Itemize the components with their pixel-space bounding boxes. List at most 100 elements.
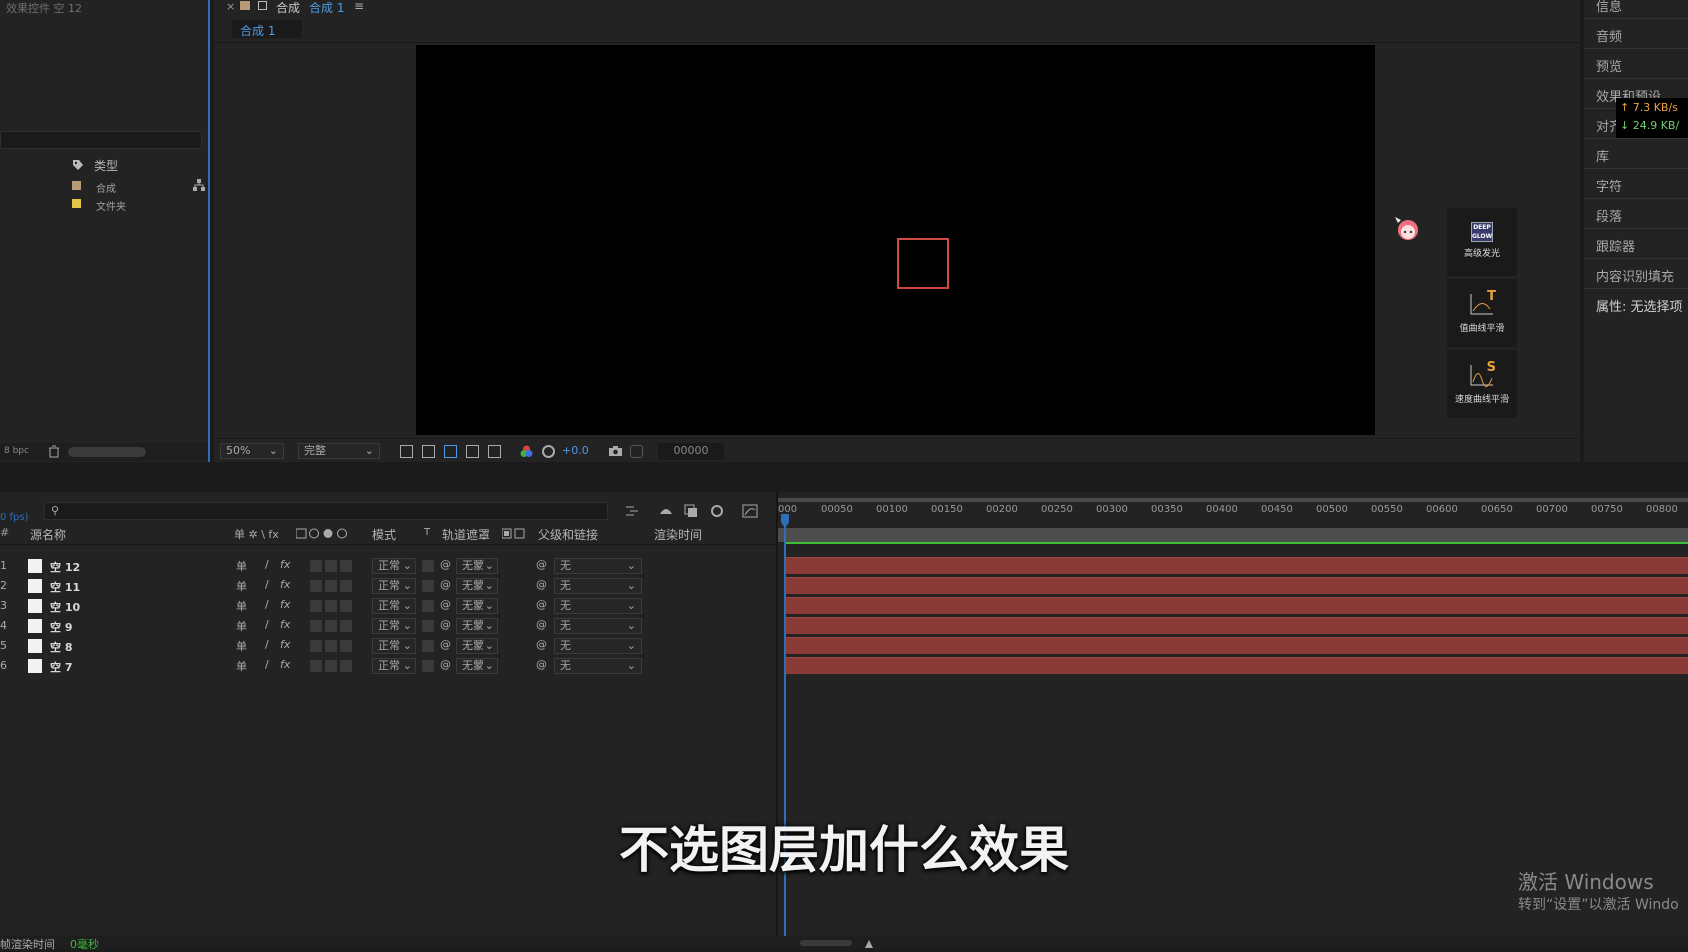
fast-preview-icon[interactable] [400,445,413,458]
mask-visibility-icon[interactable] [444,445,457,458]
list-item-type-comp[interactable]: 合成 [96,180,116,195]
shy-layers-icon[interactable] [658,504,674,518]
parent-pickwhip-icon[interactable]: @ [536,618,547,631]
null-layer-box[interactable] [897,238,949,289]
motion-blur-switch[interactable] [310,640,322,652]
track-matte-dropdown[interactable]: 无蒙 ⌄ [456,558,498,574]
parent-dropdown[interactable]: 无 ⌄ [554,658,642,674]
fx-switch-icon[interactable]: fx [280,578,290,591]
shy-switch-icon[interactable]: 单 [236,578,247,594]
3d-switch[interactable] [340,600,352,612]
pickwhip-icon[interactable]: @ [440,638,451,651]
panel-paragraph[interactable]: 段落 [1596,206,1622,225]
zoom-dropdown[interactable]: 50% ⌄ [220,443,284,459]
panel-library[interactable]: 库 [1596,146,1609,165]
tab-comp-name[interactable]: 合成 1 [309,0,344,16]
reset-exposure-icon[interactable] [542,445,555,458]
parent-pickwhip-icon[interactable]: @ [536,578,547,591]
track-matte-dropdown[interactable]: 无蒙 ⌄ [456,618,498,634]
graph-editor-icon[interactable] [742,504,758,518]
fx-switch-icon[interactable]: fx [280,558,290,571]
panel-preview[interactable]: 预览 [1596,56,1622,75]
blend-mode-dropdown[interactable]: 正常 ⌄ [372,578,416,594]
time-ruler[interactable]: 000 00050 00100 00150 00200 00250 00300 00350 00… [778,492,1688,544]
motion-blur-switch[interactable] [310,560,322,572]
quality-switch-icon[interactable]: / [265,578,269,591]
pickwhip-icon[interactable]: @ [440,598,451,611]
comp-viewer[interactable] [416,45,1375,435]
work-area-bar[interactable] [778,498,1688,502]
grid-guides-icon[interactable] [488,445,501,458]
camera-icon[interactable] [608,445,623,457]
shy-switch-icon[interactable]: 单 [236,658,247,674]
adjustment-switch[interactable] [325,580,337,592]
header-render-time[interactable]: 渲染时间 [654,526,702,543]
header-switches[interactable]: 单 ✲ \ fx [234,526,279,542]
header-parent-link[interactable]: 父级和链接 [538,526,598,543]
preserve-transparency-switch[interactable] [422,620,434,632]
layer-name[interactable]: 空 8 [50,639,72,655]
panel-audio[interactable]: 音频 [1596,26,1622,45]
flowchart-icon[interactable] [192,178,206,192]
fx-switch-icon[interactable]: fx [280,638,290,651]
tab-menu-icon[interactable]: ≡ [354,0,364,13]
transparency-grid-icon[interactable] [422,445,435,458]
header-source-name[interactable]: 源名称 [30,526,66,543]
fx-switch-icon[interactable]: fx [280,658,290,671]
layer-name[interactable]: 空 9 [50,619,72,635]
plugin-deep-glow[interactable]: DEEP GLOW 高级发光 [1447,208,1517,276]
fx-switch-icon[interactable]: fx [280,598,290,611]
layer-duration-bar[interactable] [786,637,1688,654]
parent-pickwhip-icon[interactable]: @ [536,658,547,671]
motion-blur-icon[interactable] [710,504,724,518]
layer-duration-bar[interactable] [786,617,1688,634]
fx-switch-icon[interactable]: fx [280,618,290,631]
trash-icon[interactable] [48,445,60,458]
panel-tracker[interactable]: 跟踪器 [1596,236,1635,255]
work-area[interactable] [778,528,1688,542]
close-tab-icon[interactable]: × [226,0,235,13]
3d-switch[interactable] [340,560,352,572]
panel-info[interactable]: 信息 [1596,0,1622,15]
layer-row[interactable]: 4空 9 单 / fx 正常 ⌄ @ 无蒙 ⌄ @ 无 ⌄ [0,616,778,636]
layer-name[interactable]: 空 11 [50,579,80,595]
track-matte-dropdown[interactable]: 无蒙 ⌄ [456,638,498,654]
track-matte-dropdown[interactable]: 无蒙 ⌄ [456,658,498,674]
layer-row[interactable]: 3空 10 单 / fx 正常 ⌄ @ 无蒙 ⌄ @ 无 ⌄ [0,596,778,616]
shy-switch-icon[interactable]: 单 [236,598,247,614]
layer-name[interactable]: 空 10 [50,599,80,615]
3d-switch[interactable] [340,640,352,652]
parent-dropdown[interactable]: 无 ⌄ [554,558,642,574]
adjustment-switch[interactable] [325,660,337,672]
layer-row[interactable]: 1空 12 单 / fx 正常 ⌄ @ 无蒙 ⌄ @ 无 ⌄ [0,556,778,576]
comp-subtab[interactable]: 合成 1 [232,20,302,38]
pickwhip-icon[interactable]: @ [440,558,451,571]
parent-pickwhip-icon[interactable]: @ [536,638,547,651]
motion-blur-switch[interactable] [310,580,322,592]
adjustment-switch[interactable] [325,560,337,572]
layer-search-input[interactable]: ⚲ [44,502,608,520]
header-t[interactable]: T [424,527,430,538]
parent-dropdown[interactable]: 无 ⌄ [554,618,642,634]
project-search-input[interactable] [0,131,202,149]
pickwhip-icon[interactable]: @ [440,658,451,671]
zoom-slider[interactable] [800,940,852,946]
preserve-transparency-switch[interactable] [422,580,434,592]
layer-row[interactable]: 6空 7 单 / fx 正常 ⌄ @ 无蒙 ⌄ @ 无 ⌄ [0,656,778,676]
layer-duration-bar[interactable] [786,657,1688,674]
track-matte-dropdown[interactable]: 无蒙 ⌄ [456,598,498,614]
composition-flowchart-icon[interactable] [624,504,640,518]
resolution-dropdown[interactable]: 完整 ⌄ [298,443,380,459]
panel-content-aware-fill[interactable]: 内容识别填充 [1596,266,1674,285]
motion-blur-switch[interactable] [310,620,322,632]
blend-mode-dropdown[interactable]: 正常 ⌄ [372,618,416,634]
3d-switch[interactable] [340,580,352,592]
3d-switch[interactable] [340,660,352,672]
plugin-speed-curve[interactable]: S 速度曲线平滑 [1447,350,1517,418]
blend-mode-dropdown[interactable]: 正常 ⌄ [372,598,416,614]
quality-switch-icon[interactable]: / [265,598,269,611]
region-of-interest-icon[interactable] [466,445,479,458]
shy-switch-icon[interactable]: 单 [236,638,247,654]
preserve-transparency-switch[interactable] [422,600,434,612]
layer-duration-bar[interactable] [786,597,1688,614]
